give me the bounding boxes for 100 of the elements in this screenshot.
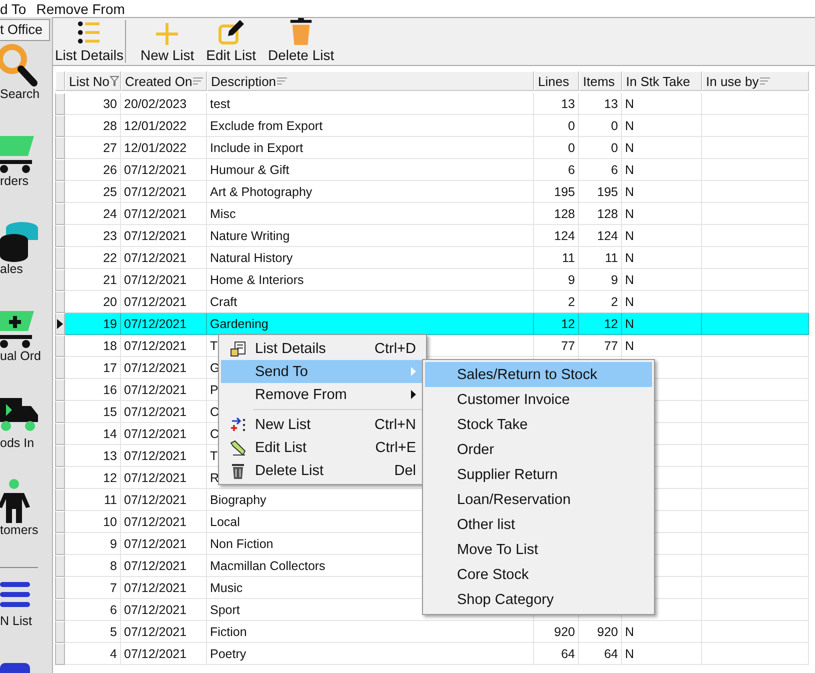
- table-cell: 20/02/2023: [121, 93, 207, 115]
- table-cell: 23: [65, 225, 121, 247]
- table-cell: 07/12/2021: [121, 269, 207, 291]
- edit-icon: [218, 19, 244, 45]
- table-cell: 12/01/2022: [121, 115, 207, 137]
- table-cell: 920: [534, 621, 579, 643]
- sidebar-item[interactable]: rders: [0, 128, 52, 216]
- table-cell: 6: [534, 159, 579, 181]
- menu-item[interactable]: Remove From: [36, 0, 125, 16]
- table-cell: 07/12/2021: [121, 225, 207, 247]
- table-cell: Art & Photography: [207, 181, 534, 203]
- filter-icon[interactable]: [193, 77, 204, 85]
- table-cell: 26: [65, 159, 121, 181]
- table-cell: 07/12/2021: [121, 379, 207, 401]
- document-icon: [230, 340, 246, 356]
- column-header[interactable]: Items: [579, 71, 622, 91]
- sidebar-tab[interactable]: t Office: [0, 19, 50, 41]
- trash-icon: [231, 462, 245, 478]
- menu-item[interactable]: Send To: [221, 360, 424, 383]
- toolbar-button[interactable]: Edit List: [200, 18, 262, 65]
- sidebar-item[interactable]: tomers: [0, 477, 52, 565]
- column-header[interactable]: List No: [65, 71, 121, 91]
- table-cell: 21: [65, 269, 121, 291]
- table-cell: 07/12/2021: [121, 203, 207, 225]
- sidebar-item[interactable]: ual Ord: [0, 302, 52, 390]
- table-cell: Exclude from Export: [207, 115, 534, 137]
- table-cell: 15: [65, 401, 121, 423]
- table-cell: 920: [579, 621, 622, 643]
- table-cell: 9: [534, 269, 579, 291]
- sidebar-item[interactable]: ods In: [0, 390, 52, 478]
- table-cell: 12: [65, 467, 121, 489]
- sidebar-item[interactable]: N List: [0, 568, 52, 656]
- table-cell: N: [622, 643, 702, 665]
- table-cell: Humour & Gift: [207, 159, 534, 181]
- table-cell: Home & Interiors: [207, 269, 534, 291]
- sidebar-icon[interactable]: [0, 663, 30, 673]
- table-cell: 124: [534, 225, 579, 247]
- column-header[interactable]: In Stk Take: [622, 71, 702, 91]
- toolbar-button[interactable]: Delete List: [262, 18, 340, 65]
- table-cell: 07/12/2021: [121, 423, 207, 445]
- table-cell: 30: [65, 93, 121, 115]
- table-cell: 13: [534, 93, 579, 115]
- table-cell: 07/12/2021: [121, 533, 207, 555]
- table-cell: 25: [65, 181, 121, 203]
- pencil-icon: [230, 440, 246, 456]
- table-cell: N: [622, 159, 702, 181]
- toolbar-button[interactable]: List Details: [55, 20, 126, 63]
- new-item-icon: [230, 416, 246, 432]
- table-cell: 28: [65, 115, 121, 137]
- column-header[interactable]: Lines: [534, 71, 579, 91]
- menu-item[interactable]: List Details Ctrl+D: [221, 337, 424, 360]
- row-header[interactable]: [55, 313, 65, 335]
- table-cell: 22: [65, 247, 121, 269]
- table-cell: 18: [65, 335, 121, 357]
- table-cell: 11: [534, 247, 579, 269]
- table-cell: 9: [65, 533, 121, 555]
- table-cell: 4: [65, 643, 121, 665]
- table-cell: 12/01/2022: [121, 137, 207, 159]
- table-cell: N: [622, 335, 702, 357]
- table-cell: 07/12/2021: [121, 247, 207, 269]
- table-cell: Gardening: [207, 313, 534, 335]
- table-cell: Nature Writing: [207, 225, 534, 247]
- table-cell: N: [622, 313, 702, 335]
- toolbar-button[interactable]: New List: [134, 18, 200, 65]
- table-cell: 07/12/2021: [121, 313, 207, 335]
- table-cell: Misc: [207, 203, 534, 225]
- table-cell: 07/12/2021: [121, 599, 207, 621]
- filter-icon[interactable]: [110, 76, 120, 86]
- table-cell: N: [622, 621, 702, 643]
- table-cell: 07/12/2021: [121, 401, 207, 423]
- table-cell: 0: [534, 115, 579, 137]
- column-header[interactable]: Description: [207, 71, 534, 91]
- table-cell: 07/12/2021: [121, 159, 207, 181]
- column-header[interactable]: Created On: [121, 71, 207, 91]
- table-cell: Natural History: [207, 247, 534, 269]
- table-cell: 10: [65, 511, 121, 533]
- table-cell: test: [207, 93, 534, 115]
- table-cell: N: [622, 181, 702, 203]
- column-header[interactable]: In use by: [702, 71, 809, 91]
- table-cell: 6: [579, 159, 622, 181]
- table-cell: 11: [65, 489, 121, 511]
- table-cell: 9: [579, 269, 622, 291]
- row-pointer-icon: [57, 319, 63, 329]
- table-cell: N: [622, 247, 702, 269]
- table-cell: N: [622, 115, 702, 137]
- table-cell: 07/12/2021: [121, 357, 207, 379]
- table-cell: 12: [534, 313, 579, 335]
- table-cell: 77: [579, 335, 622, 357]
- table-cell: 195: [579, 181, 622, 203]
- sidebar-item[interactable]: ales: [0, 216, 52, 303]
- filter-icon[interactable]: [760, 77, 770, 85]
- table-cell: 07/12/2021: [121, 621, 207, 643]
- table-cell: 195: [534, 181, 579, 203]
- menu-item[interactable]: Sales/Return to Stock: [425, 362, 652, 387]
- sidebar-item[interactable]: Search: [0, 40, 52, 128]
- table-cell: 24: [65, 203, 121, 225]
- table-cell: Fiction: [207, 621, 534, 643]
- filter-icon[interactable]: [277, 77, 288, 85]
- menu-item[interactable]: d To: [0, 0, 26, 16]
- table-cell: 7: [65, 577, 121, 599]
